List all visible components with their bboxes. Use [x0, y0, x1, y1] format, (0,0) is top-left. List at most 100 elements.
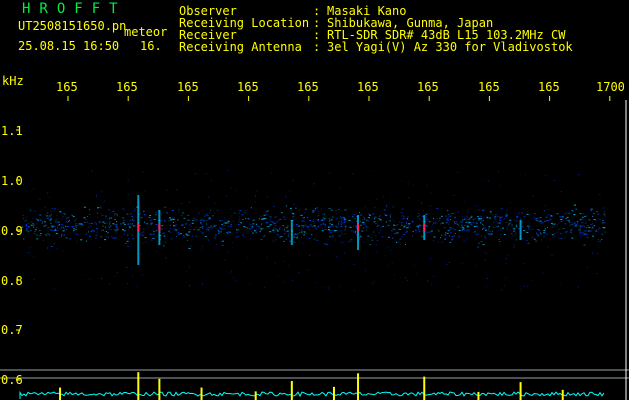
- noise-speck: [273, 222, 275, 224]
- noise-speck: [208, 239, 209, 241]
- noise-speck: [514, 232, 517, 234]
- noise-speck: [227, 170, 229, 172]
- noise-speck: [288, 191, 290, 193]
- noise-speck: [252, 219, 255, 221]
- noise-speck: [127, 223, 129, 224]
- noise-speck: [407, 216, 410, 218]
- noise-speck: [230, 215, 232, 217]
- noise-speck: [323, 243, 326, 245]
- noise-speck: [128, 229, 130, 230]
- noise-speck: [314, 209, 317, 211]
- noise-speck: [504, 285, 505, 287]
- noise-speck: [304, 231, 306, 233]
- noise-speck: [48, 250, 50, 252]
- noise-speck: [551, 215, 553, 216]
- noise-speck: [48, 215, 51, 217]
- noise-speck: [466, 238, 468, 240]
- noise-speck: [285, 227, 288, 229]
- noise-speck: [108, 237, 110, 239]
- noise-speck: [140, 212, 142, 214]
- power-spike: [519, 382, 522, 400]
- noise-speck: [515, 224, 517, 226]
- noise-speck: [127, 234, 129, 236]
- noise-speck: [344, 225, 347, 227]
- meteor-echo: [519, 220, 522, 240]
- noise-speck: [164, 206, 167, 208]
- noise-speck: [581, 225, 583, 227]
- noise-speck: [571, 237, 574, 239]
- noise-speck: [89, 225, 91, 227]
- noise-speck: [393, 220, 395, 222]
- noise-speck: [56, 221, 59, 223]
- noise-speck: [603, 213, 606, 215]
- noise-speck: [109, 222, 111, 224]
- noise-speck: [167, 230, 170, 232]
- noise-speck: [449, 215, 452, 217]
- noise-speck: [488, 230, 490, 232]
- noise-speck: [56, 229, 59, 231]
- noise-speck: [522, 230, 525, 232]
- noise-speck: [421, 202, 423, 204]
- noise-speck: [438, 230, 440, 232]
- noise-speck: [153, 231, 156, 232]
- noise-speck: [195, 219, 197, 221]
- noise-speck: [35, 234, 37, 236]
- noise-speck: [110, 211, 112, 213]
- noise-speck: [151, 218, 153, 220]
- noise-speck: [131, 216, 133, 217]
- noise-speck: [127, 181, 129, 183]
- noise-speck: [498, 218, 501, 220]
- noise-speck: [60, 227, 62, 229]
- noise-speck: [263, 235, 266, 237]
- meteor-echo: [290, 220, 293, 245]
- noise-speck: [536, 232, 538, 234]
- noise-speck: [73, 220, 76, 222]
- noise-speck: [209, 212, 211, 214]
- noise-speck: [401, 215, 403, 217]
- noise-speck: [556, 232, 558, 234]
- noise-speck: [289, 207, 292, 209]
- noise-speck: [570, 224, 573, 226]
- noise-speck: [449, 242, 452, 243]
- noise-speck: [237, 229, 239, 231]
- noise-speck: [394, 233, 397, 235]
- noise-speck: [458, 236, 461, 238]
- noise-speck: [583, 224, 585, 226]
- noise-speck: [122, 229, 124, 231]
- noise-speck: [470, 217, 473, 218]
- file-name: UT2508151650.pn: [18, 19, 127, 33]
- noise-speck: [596, 273, 598, 274]
- noise-speck: [232, 277, 234, 279]
- noise-speck: [129, 223, 131, 225]
- noise-speck: [385, 255, 387, 257]
- noise-speck: [131, 234, 133, 236]
- noise-speck: [514, 234, 516, 236]
- noise-speck: [551, 226, 554, 228]
- noise-speck: [345, 227, 346, 229]
- noise-speck: [279, 227, 281, 229]
- noise-speck: [390, 216, 391, 218]
- noise-speck: [44, 214, 46, 216]
- noise-speck: [457, 286, 459, 288]
- noise-speck: [492, 223, 494, 225]
- noise-speck: [486, 278, 488, 279]
- noise-speck: [426, 218, 429, 220]
- noise-speck: [36, 238, 39, 240]
- noise-speck: [564, 207, 566, 209]
- noise-speck: [354, 217, 356, 219]
- noise-speck: [296, 224, 298, 226]
- noise-speck: [189, 224, 191, 226]
- x-tick-label: 165: [417, 80, 439, 94]
- noise-speck: [484, 237, 487, 239]
- noise-speck: [46, 192, 48, 194]
- noise-speck: [405, 221, 407, 223]
- noise-speck: [518, 212, 520, 214]
- noise-speck: [274, 262, 276, 264]
- noise-speck: [433, 217, 434, 219]
- noise-speck: [453, 235, 455, 237]
- noise-speck: [559, 216, 562, 218]
- noise-speck: [278, 219, 280, 221]
- noise-speck: [170, 238, 173, 240]
- noise-speck: [178, 211, 180, 213]
- noise-speck: [597, 241, 599, 243]
